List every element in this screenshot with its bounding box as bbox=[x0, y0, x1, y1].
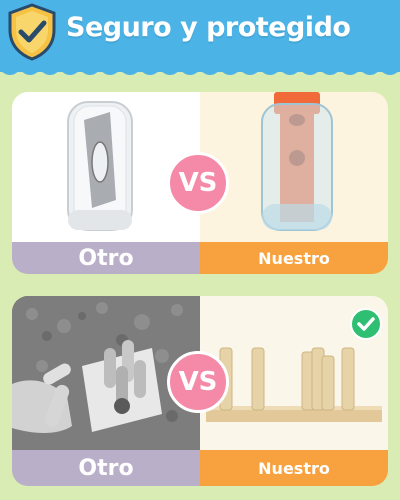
label-other-1: Otro bbox=[12, 242, 200, 274]
vs-badge-1: VS bbox=[167, 152, 229, 214]
check-icon bbox=[350, 308, 382, 340]
header-wave bbox=[0, 58, 400, 75]
label-ours-2: Nuestro bbox=[200, 450, 388, 486]
our-product-image-1 bbox=[200, 92, 388, 242]
shield-check-icon bbox=[8, 3, 56, 61]
label-ours-1: Nuestro bbox=[200, 242, 388, 274]
vs-badge-2: VS bbox=[167, 351, 229, 413]
label-other-2: Otro bbox=[12, 450, 200, 486]
page-title: Seguro y protegido bbox=[66, 12, 351, 43]
